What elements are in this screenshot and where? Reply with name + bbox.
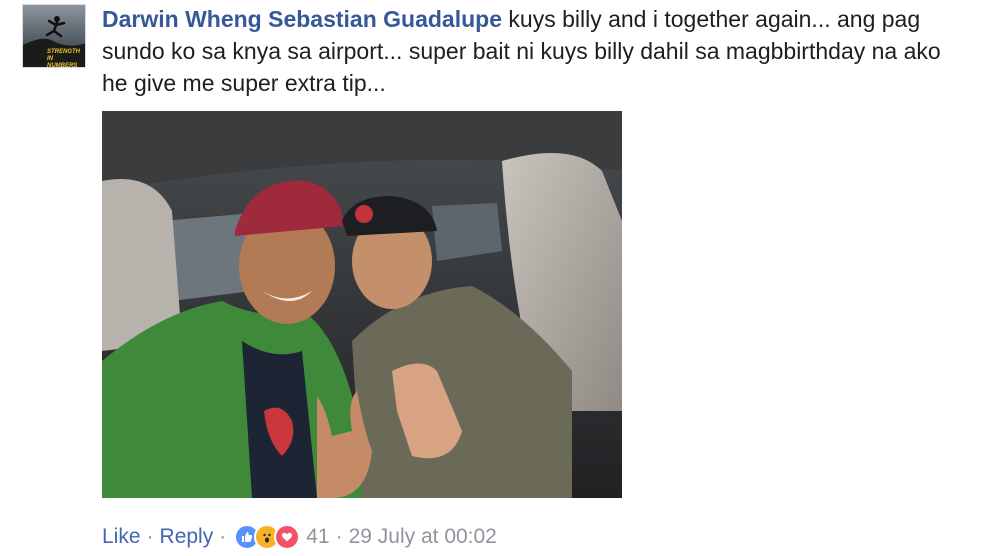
reply-link[interactable]: Reply [160,525,214,549]
love-icon [274,524,301,550]
comment-author-link[interactable]: Darwin Wheng Sebastian Guadalupe [102,6,502,32]
separator-dot: · [335,525,343,548]
car-selfie-image [102,111,622,498]
separator-dot: · [146,525,154,548]
comment-photo[interactable] [102,111,622,498]
comment-timestamp[interactable]: 29 July at 00:02 [349,525,497,549]
separator-dot: · [219,525,227,548]
avatar-badge-text: STRENGTH IN NUMBERS [47,49,80,68]
like-link[interactable]: Like [102,525,141,549]
comment-actions: Like · Reply · 41 · 29 July at 00:02 [102,522,497,552]
avatar[interactable]: STRENGTH IN NUMBERS [22,4,86,68]
reactions-summary[interactable] [234,524,301,550]
reaction-count[interactable]: 41 [306,525,329,549]
comment-body: Darwin Wheng Sebastian Guadalupe kuys bi… [102,3,942,99]
